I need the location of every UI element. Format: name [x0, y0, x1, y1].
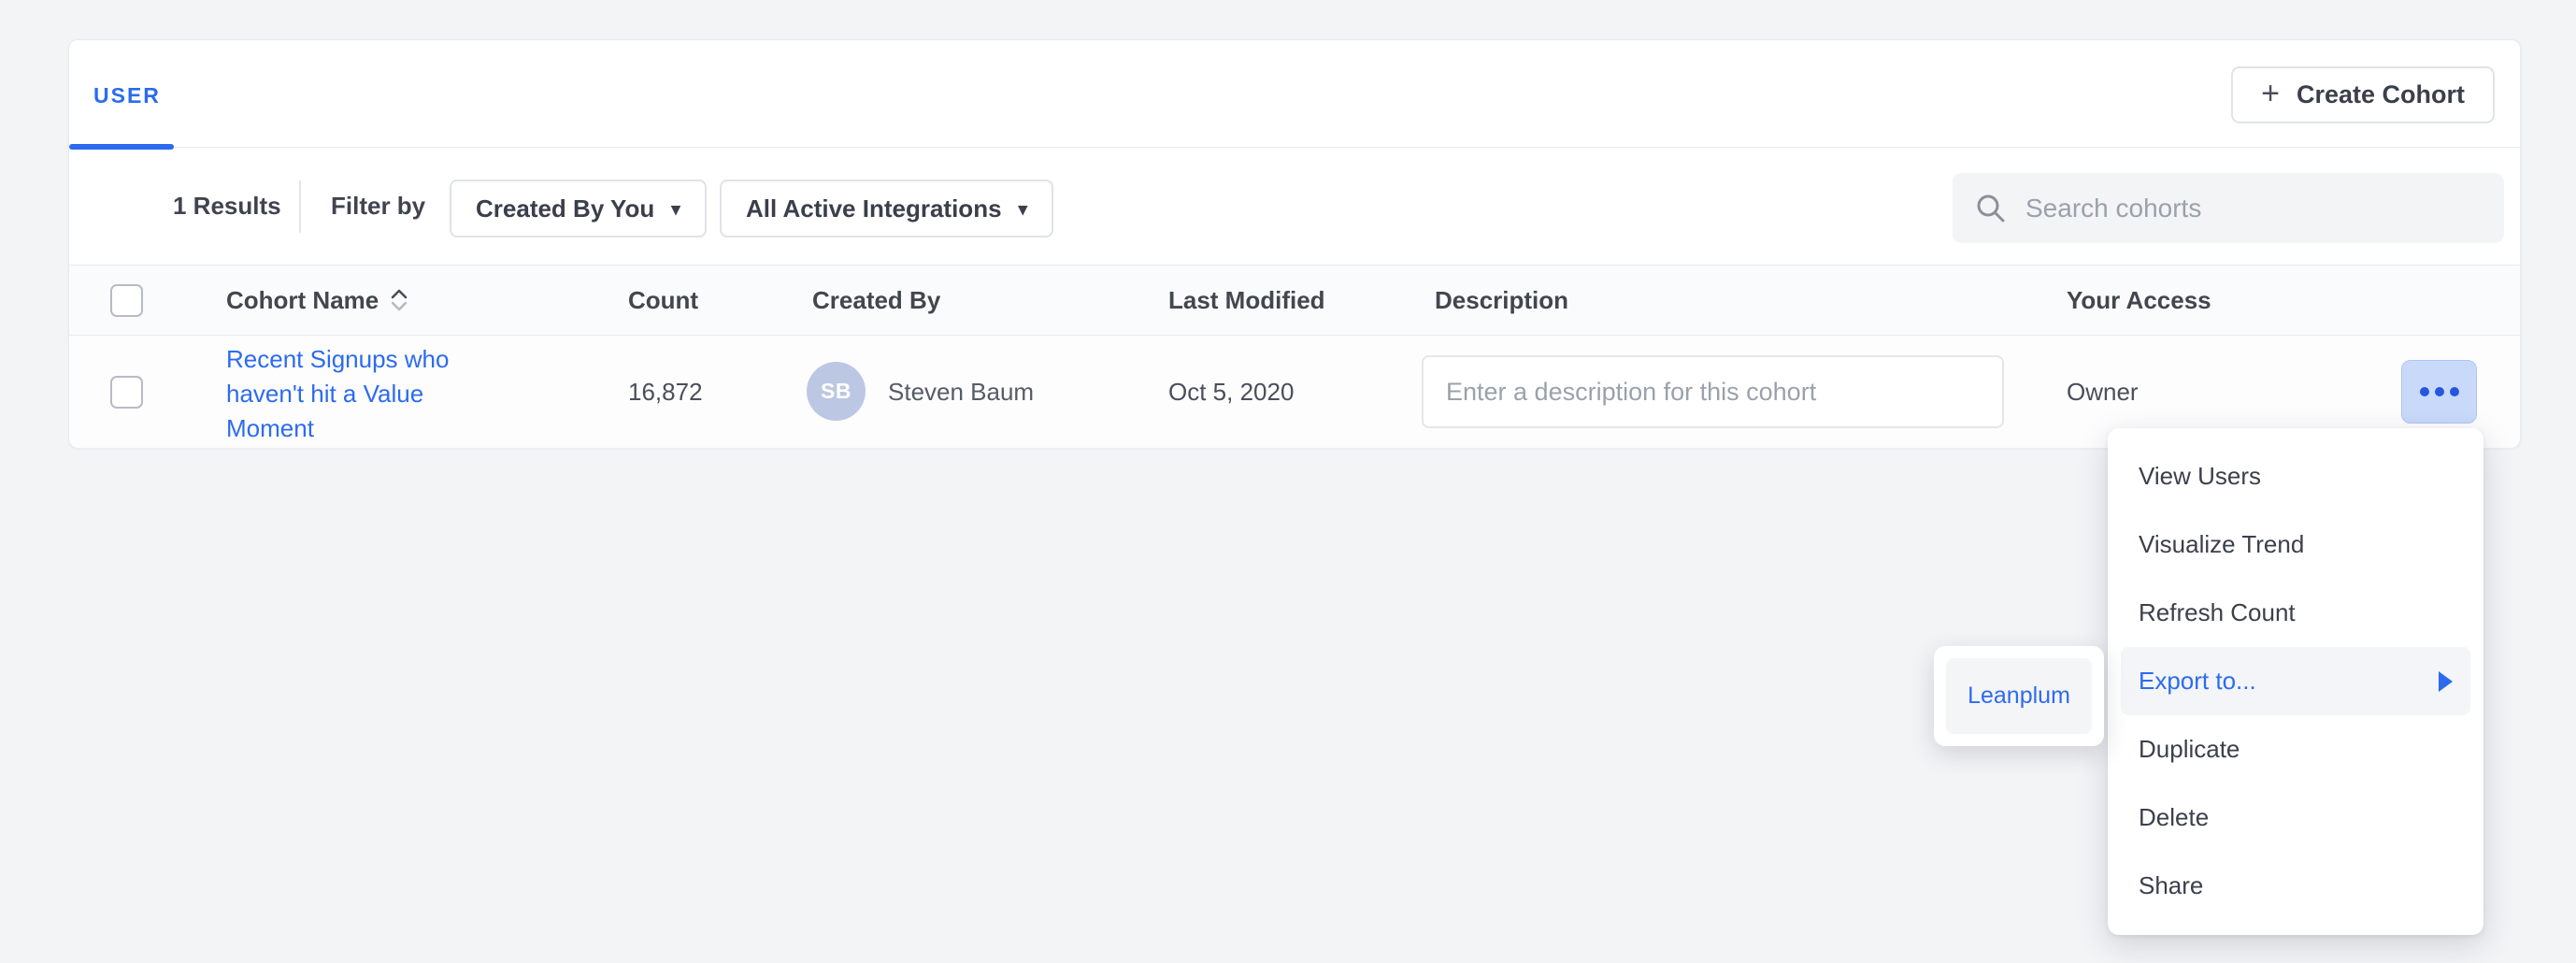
export-submenu: Leanplum — [1934, 646, 2104, 746]
export-to-label: Export to... — [2139, 667, 2256, 696]
sort-icon — [390, 289, 408, 311]
created-by-name: Steven Baum — [888, 336, 1034, 448]
row-actions-button[interactable] — [2401, 360, 2477, 424]
menu-item-view-users[interactable]: View Users — [2121, 442, 2470, 510]
menu-item-export-to[interactable]: Export to... — [2121, 647, 2470, 715]
filter-by-label: Filter by — [331, 148, 425, 265]
cohort-name-link[interactable]: Recent Signups who haven't hit a Value M… — [226, 342, 477, 446]
table-header: Cohort Name Count Created By Last Modifi… — [69, 265, 2520, 336]
submenu-arrow-icon — [2439, 671, 2453, 692]
row-actions-menu: View Users Visualize Trend Refresh Count… — [2108, 428, 2483, 935]
tab-bar: USER + Create Cohort — [69, 40, 2520, 148]
chevron-down-icon: ▾ — [671, 199, 680, 221]
ellipsis-icon — [2450, 387, 2459, 396]
divider — [299, 180, 301, 233]
menu-item-visualize-trend[interactable]: Visualize Trend — [2121, 510, 2470, 579]
column-header-cohort-name[interactable]: Cohort Name — [226, 266, 408, 335]
plus-icon: + — [2261, 78, 2280, 109]
ellipsis-icon — [2420, 387, 2429, 396]
created-by-filter-label: Created By You — [476, 194, 654, 223]
search-input[interactable] — [2025, 194, 2482, 223]
submenu-item-leanplum[interactable]: Leanplum — [1946, 658, 2092, 734]
column-header-created-by: Created By — [812, 266, 940, 335]
chevron-down-icon: ▾ — [1019, 199, 1028, 221]
select-all-checkbox[interactable] — [110, 284, 143, 317]
column-header-count: Count — [628, 266, 698, 335]
create-cohort-label: Create Cohort — [2297, 80, 2465, 109]
column-header-last-modified: Last Modified — [1168, 266, 1325, 335]
cohorts-panel: USER + Create Cohort 1 Results Filter by… — [68, 39, 2521, 448]
column-header-your-access: Your Access — [2067, 266, 2211, 335]
menu-item-duplicate[interactable]: Duplicate — [2121, 715, 2470, 783]
search-icon — [1975, 193, 2007, 224]
search-cohorts-box — [1953, 173, 2504, 243]
filter-bar: 1 Results Filter by Created By You ▾ All… — [69, 148, 2520, 265]
description-input[interactable] — [1422, 355, 2004, 428]
cohort-name-header-label: Cohort Name — [226, 286, 379, 315]
created-by-filter-dropdown[interactable]: Created By You ▾ — [450, 180, 707, 237]
create-cohort-button[interactable]: + Create Cohort — [2231, 66, 2495, 123]
tab-user[interactable]: USER — [93, 83, 161, 108]
menu-item-share[interactable]: Share — [2121, 852, 2470, 920]
column-header-description: Description — [1435, 266, 1568, 335]
menu-item-refresh-count[interactable]: Refresh Count — [2121, 579, 2470, 647]
row-checkbox[interactable] — [110, 376, 143, 409]
integrations-filter-dropdown[interactable]: All Active Integrations ▾ — [720, 180, 1053, 237]
avatar: SB — [807, 362, 866, 421]
integrations-filter-label: All Active Integrations — [746, 194, 1002, 223]
ellipsis-icon — [2435, 387, 2444, 396]
results-count: 1 Results — [173, 148, 281, 265]
menu-item-delete[interactable]: Delete — [2121, 783, 2470, 852]
last-modified-date: Oct 5, 2020 — [1168, 336, 1294, 448]
cohort-count: 16,872 — [628, 336, 703, 448]
